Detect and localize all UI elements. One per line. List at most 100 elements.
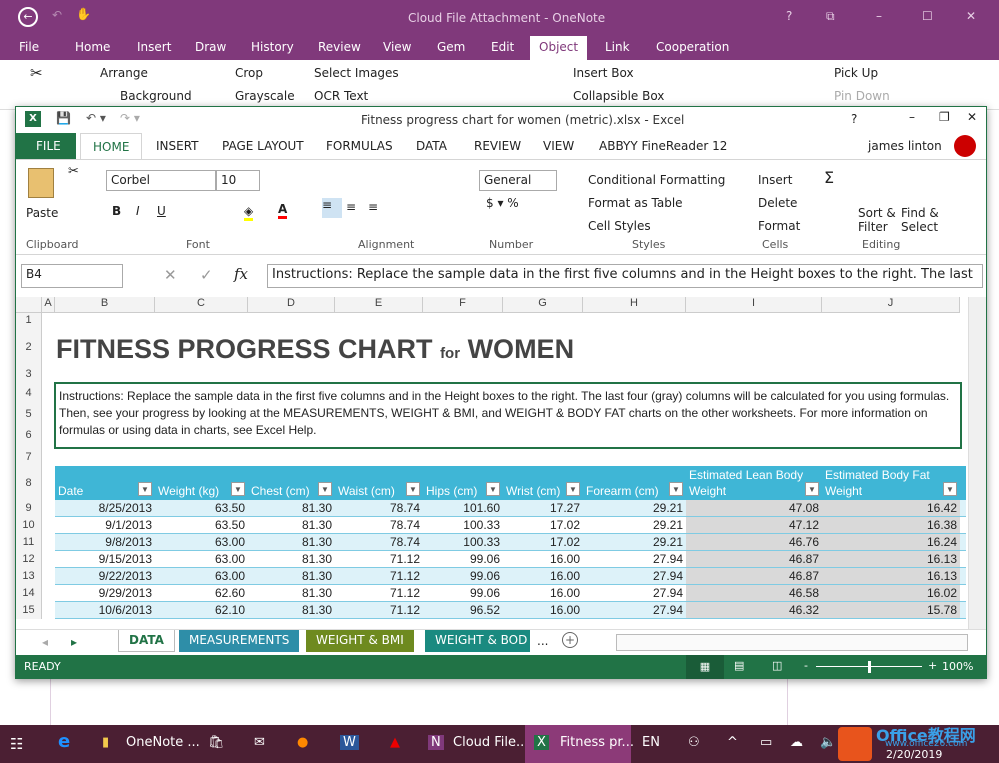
table-cell[interactable]: 81.30 bbox=[248, 568, 335, 584]
table-cell[interactable]: 99.06 bbox=[423, 551, 503, 567]
scissors-icon[interactable]: ✂ bbox=[30, 64, 43, 82]
clock-date[interactable]: 2/20/2019 bbox=[886, 749, 942, 761]
insert-cells-button[interactable]: Insert bbox=[758, 173, 792, 187]
sheet-tab-weight-body-fat[interactable]: WEIGHT & BOD bbox=[425, 630, 530, 652]
row-header[interactable]: 14 bbox=[16, 585, 42, 602]
table-cell[interactable]: 81.30 bbox=[248, 551, 335, 567]
network-icon[interactable]: ▭ bbox=[760, 735, 772, 750]
column-header[interactable]: D bbox=[248, 297, 335, 313]
sheet-tab-data[interactable]: DATA bbox=[118, 630, 175, 652]
column-header[interactable]: G bbox=[503, 297, 583, 313]
table-cell[interactable]: 16.24 bbox=[822, 534, 960, 550]
tab-cooperation[interactable]: Cooperation bbox=[656, 40, 729, 54]
worksheet-grid[interactable]: FITNESS PROGRESS CHART for WOMEN Instruc… bbox=[16, 297, 966, 629]
maximize-button[interactable]: ☐ bbox=[922, 9, 933, 23]
vertical-scrollbar[interactable] bbox=[968, 297, 986, 629]
column-header[interactable]: C bbox=[155, 297, 248, 313]
tab-edit[interactable]: Edit bbox=[491, 40, 514, 54]
row-header[interactable]: 12 bbox=[16, 551, 42, 568]
ocr-text-button[interactable]: OCR Text bbox=[314, 89, 368, 103]
avatar[interactable] bbox=[954, 135, 976, 157]
table-cell[interactable]: 99.06 bbox=[423, 585, 503, 601]
table-cell[interactable]: 29.21 bbox=[583, 534, 686, 550]
format-cells-button[interactable]: Format bbox=[758, 219, 800, 233]
tab-review[interactable]: REVIEW bbox=[474, 139, 521, 153]
table-cell[interactable]: 16.13 bbox=[822, 551, 960, 567]
table-cell[interactable]: 16.42 bbox=[822, 500, 960, 516]
table-cell[interactable]: 16.00 bbox=[503, 551, 583, 567]
filter-dropdown-icon[interactable]: ▼ bbox=[231, 482, 245, 496]
table-cell[interactable]: 9/8/2013 bbox=[55, 534, 155, 550]
row-header[interactable]: 10 bbox=[16, 517, 42, 534]
bold-button[interactable]: B bbox=[112, 204, 121, 218]
pick-up-button[interactable]: Pick Up bbox=[834, 66, 878, 80]
table-cell[interactable]: 27.94 bbox=[583, 585, 686, 601]
close-button[interactable]: ✕ bbox=[966, 9, 976, 23]
people-icon[interactable]: ⚇ bbox=[688, 735, 700, 750]
currency-icon[interactable]: $ ▾ % bbox=[486, 196, 519, 210]
row-header[interactable]: 9 bbox=[16, 500, 42, 517]
normal-view-icon[interactable]: ▦ bbox=[686, 655, 724, 679]
table-cell[interactable]: 81.30 bbox=[248, 500, 335, 516]
align-left-icon[interactable]: ≡ bbox=[322, 198, 342, 218]
table-cell[interactable]: 8/25/2013 bbox=[55, 500, 155, 516]
background-button[interactable]: Background bbox=[120, 89, 192, 103]
align-right-icon[interactable]: ≡ bbox=[368, 200, 378, 214]
folder-icon[interactable]: ▮ bbox=[102, 735, 109, 750]
arrange-button[interactable]: Arrange bbox=[100, 66, 148, 80]
column-header[interactable]: A bbox=[42, 297, 55, 313]
next-sheet-icon[interactable]: ▸ bbox=[71, 635, 77, 649]
column-header[interactable]: E bbox=[335, 297, 423, 313]
italic-button[interactable]: I bbox=[136, 204, 140, 218]
filter-dropdown-icon[interactable]: ▼ bbox=[318, 482, 332, 496]
filter-dropdown-icon[interactable]: ▼ bbox=[566, 482, 580, 496]
table-cell[interactable]: 81.30 bbox=[248, 534, 335, 550]
restore-button[interactable]: ❐ bbox=[939, 110, 950, 124]
tab-view[interactable]: VIEW bbox=[543, 139, 574, 153]
tab-insert[interactable]: Insert bbox=[137, 40, 171, 54]
table-cell[interactable]: 71.12 bbox=[335, 585, 423, 601]
table-cell[interactable]: 46.87 bbox=[686, 568, 822, 584]
row-header[interactable]: 4 bbox=[16, 381, 42, 406]
row-header[interactable]: 3 bbox=[16, 368, 42, 381]
table-cell[interactable]: 16.38 bbox=[822, 517, 960, 533]
tab-insert[interactable]: INSERT bbox=[156, 139, 199, 153]
select-all-corner[interactable] bbox=[16, 297, 42, 313]
save-icon[interactable]: 💾 bbox=[56, 111, 71, 125]
pin-down-button[interactable]: Pin Down bbox=[834, 89, 890, 103]
table-cell[interactable]: 9/22/2013 bbox=[55, 568, 155, 584]
table-cell[interactable]: 27.94 bbox=[583, 568, 686, 584]
filter-dropdown-icon[interactable]: ▼ bbox=[138, 482, 152, 496]
language-indicator[interactable]: EN bbox=[642, 735, 660, 750]
table-cell[interactable]: 81.30 bbox=[248, 517, 335, 533]
help-button[interactable]: ? bbox=[786, 9, 792, 23]
tab-file[interactable]: FILE bbox=[16, 133, 76, 159]
autosum-icon[interactable]: Σ bbox=[824, 168, 834, 187]
crop-button[interactable]: Crop bbox=[235, 66, 263, 80]
tab-home[interactable]: HOME bbox=[80, 133, 143, 160]
filter-dropdown-icon[interactable]: ▼ bbox=[669, 482, 683, 496]
tab-draw[interactable]: Draw bbox=[195, 40, 226, 54]
table-cell[interactable]: 15.78 bbox=[822, 602, 960, 618]
row-header[interactable]: 2 bbox=[16, 327, 42, 368]
task-view-icon[interactable]: ☷ bbox=[10, 735, 23, 753]
column-header[interactable]: J bbox=[822, 297, 960, 313]
table-cell[interactable]: 46.32 bbox=[686, 602, 822, 618]
horizontal-scrollbar[interactable] bbox=[616, 634, 968, 651]
format-as-table-button[interactable]: Format as Table bbox=[588, 196, 683, 210]
paste-button[interactable]: Paste bbox=[26, 206, 58, 220]
table-cell[interactable]: 78.74 bbox=[335, 517, 423, 533]
table-cell[interactable]: 81.30 bbox=[248, 585, 335, 601]
tab-link[interactable]: Link bbox=[605, 40, 630, 54]
zoom-out-button[interactable]: - bbox=[804, 659, 808, 672]
zoom-level[interactable]: 100% bbox=[942, 660, 973, 673]
grayscale-button[interactable]: Grayscale bbox=[235, 89, 295, 103]
close-button[interactable]: ✕ bbox=[967, 110, 977, 124]
tab-view[interactable]: View bbox=[383, 40, 411, 54]
minimize-button[interactable]: – bbox=[876, 9, 882, 23]
underline-button[interactable]: U bbox=[157, 204, 166, 218]
minimize-button[interactable]: – bbox=[909, 110, 915, 124]
acrobat-icon[interactable]: ▲ bbox=[390, 735, 400, 750]
table-cell[interactable]: 63.50 bbox=[155, 517, 248, 533]
table-cell[interactable]: 81.30 bbox=[248, 602, 335, 618]
